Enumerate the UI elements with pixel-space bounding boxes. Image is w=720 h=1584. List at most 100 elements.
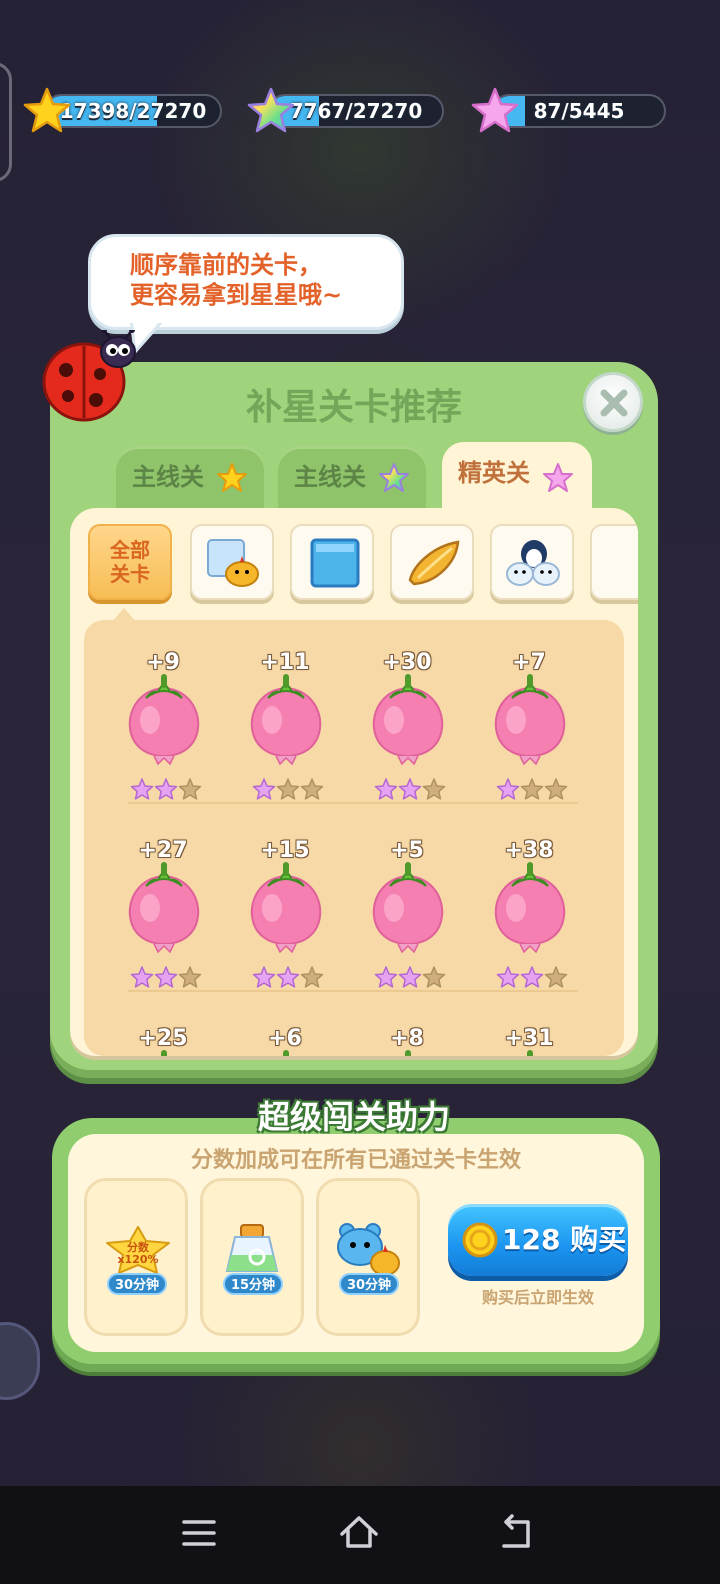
filter-all-levels[interactable]: 全部 关卡 (88, 524, 172, 600)
golden-seed-icon (408, 540, 460, 586)
filter-label-line2: 关卡 (110, 562, 150, 586)
level-stars (252, 778, 324, 800)
buy-note: 购买后立即生效 (481, 1288, 594, 1307)
menu-icon[interactable] (174, 1508, 224, 1558)
level-cell[interactable]: +38 (468, 838, 590, 1006)
filter-golden-seed[interactable] (390, 524, 474, 600)
speech-text: 顺序靠前的关卡， 更容易拿到星星哦~ (130, 250, 390, 310)
filter-ice-chick[interactable] (190, 524, 274, 600)
score-star-badge-icon: 分数 x120% (106, 1226, 170, 1274)
close-icon (600, 389, 628, 417)
yellow-star-icon (23, 87, 71, 133)
system-nav-bar (0, 1486, 720, 1584)
empty-star-icon (178, 966, 202, 988)
earned-star-icon (496, 966, 520, 988)
empty-star-icon (544, 966, 568, 988)
level-content: 全部 关卡 +9 +11 +30 +7 +27 +15 +5 +38 +25 +… (70, 508, 638, 1056)
penguin-friends-icon (506, 540, 560, 586)
left-edge-frame (0, 62, 12, 182)
badge-line-1: 分数 (127, 1240, 150, 1254)
level-stars (496, 778, 568, 800)
pink-fruit-level-icon (372, 674, 444, 766)
empty-star-icon (520, 778, 544, 800)
pink-fruit-level-icon (283, 1050, 289, 1056)
earned-star-icon (276, 966, 300, 988)
badge-line-2: x120% (117, 1253, 158, 1266)
coin-icon (462, 1222, 498, 1258)
boost-card-bear[interactable]: 30分钟 (316, 1178, 420, 1336)
rainbow-star-icon (247, 87, 295, 133)
duration-label: 30分钟 (107, 1273, 167, 1295)
empty-star-icon (544, 778, 568, 800)
pink-star-icon (471, 87, 519, 133)
potion-bottle-icon (225, 1224, 279, 1272)
ice-block-icon (310, 538, 360, 588)
boost-title: 超级闯关助力 (257, 1098, 450, 1136)
pink-star-progress: 87/5445 (470, 87, 666, 133)
level-cell[interactable]: +8 (346, 1026, 468, 1056)
pink-fruit-level-icon (405, 1050, 411, 1056)
level-cell[interactable]: +11 (224, 650, 346, 818)
empty-star-icon (300, 778, 324, 800)
filter-penguins[interactable] (490, 524, 574, 600)
earned-star-icon (496, 778, 520, 800)
level-cell[interactable]: +15 (224, 838, 346, 1006)
earned-star-icon (520, 966, 544, 988)
level-cell[interactable]: +7 (468, 650, 590, 818)
tab-elite[interactable]: 精英关 (442, 442, 592, 512)
level-cell[interactable]: +30 (346, 650, 468, 818)
boost-card-potion[interactable]: 15分钟 (200, 1178, 304, 1336)
empty-star-icon (300, 966, 324, 988)
level-cell[interactable]: +6 (224, 1026, 346, 1056)
level-cell[interactable]: +5 (346, 838, 468, 1006)
level-stars (496, 966, 568, 988)
level-cell[interactable]: +27 (102, 838, 224, 1006)
earned-star-icon (374, 778, 398, 800)
earned-star-icon (154, 966, 178, 988)
level-cell[interactable]: +9 (102, 650, 224, 818)
tab-main-rainbow[interactable]: 主线关 (278, 446, 426, 512)
pink-fruit-level-icon (128, 674, 200, 766)
empty-star-icon (422, 778, 446, 800)
level-cell[interactable]: +25 (102, 1026, 224, 1056)
earned-star-icon (154, 778, 178, 800)
bear-chick-icon (337, 1223, 400, 1276)
rainbow-star-progress: 7767/27270 (246, 87, 444, 133)
buy-button[interactable]: 128 购买 (448, 1204, 628, 1276)
tab-main-yellow[interactable]: 主线关 (116, 446, 264, 512)
filter-ice-block[interactable] (290, 524, 374, 600)
level-grid: +9 +11 +30 +7 +27 +15 +5 +38 +25 +6 +8 +31 (84, 620, 624, 1056)
ice-block-chick-icon (207, 539, 259, 587)
earned-star-icon (398, 778, 422, 800)
boost-card-score[interactable]: 分数 x120% 30分钟 (84, 1178, 188, 1336)
ladybug-mascot-icon (42, 330, 136, 422)
pink-fruit-level-icon (527, 1050, 533, 1056)
earned-star-icon (374, 966, 398, 988)
earned-star-icon (398, 966, 422, 988)
home-icon[interactable] (334, 1508, 384, 1558)
pink-fruit-level-icon (494, 674, 566, 766)
filter-label: 全部 关卡 (90, 526, 170, 598)
level-cell[interactable]: +31 (468, 1026, 590, 1056)
pink-fruit-level-icon (494, 862, 566, 954)
pink-fruit-level-icon (128, 862, 200, 954)
filter-more[interactable] (590, 524, 638, 600)
level-stars (374, 966, 446, 988)
level-stars (130, 966, 202, 988)
close-button[interactable] (583, 372, 643, 432)
level-stars (130, 778, 202, 800)
earned-star-icon (130, 966, 154, 988)
back-icon[interactable] (490, 1508, 540, 1558)
tab-label: 主线关 (132, 463, 204, 491)
earned-star-icon (130, 778, 154, 800)
boost-subtitle: 分数加成可在所有已通过关卡生效 (190, 1148, 521, 1173)
tab-label: 主线关 (294, 463, 366, 491)
empty-star-icon (276, 778, 300, 800)
pink-fruit-level-icon (161, 1050, 167, 1056)
rainbow-star-icon (379, 463, 409, 492)
empty-star-icon (422, 966, 446, 988)
pink-star-icon (543, 463, 573, 492)
duration-label: 30分钟 (339, 1273, 399, 1295)
yellow-star-progress: 17398/27270 (22, 87, 222, 133)
speech-line-1: 顺序靠前的关卡， (130, 251, 322, 279)
